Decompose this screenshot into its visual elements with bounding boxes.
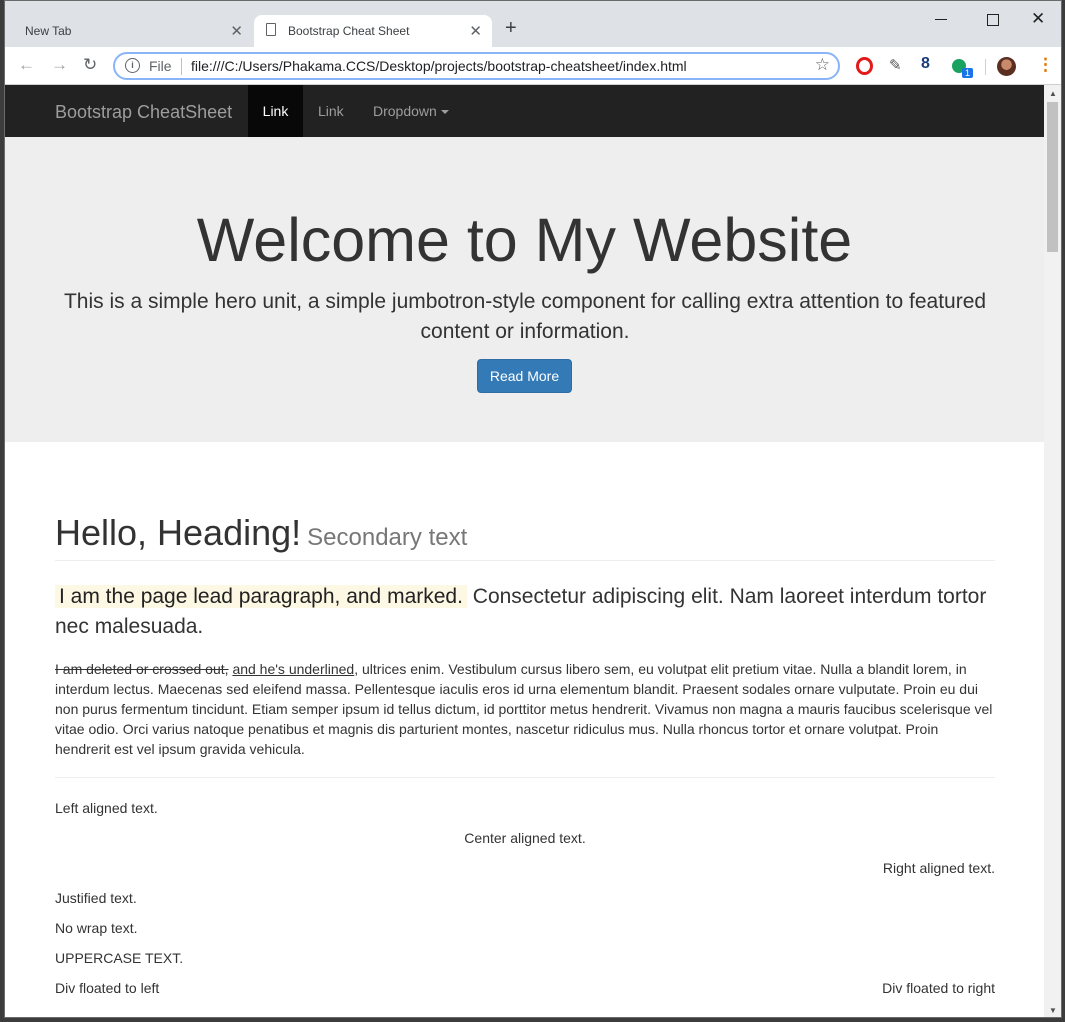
- tab-bootstrap-cheat-sheet[interactable]: Bootstrap Cheat Sheet ✕: [254, 15, 492, 47]
- forward-arrow-icon[interactable]: →: [51, 55, 68, 75]
- divider: [985, 59, 986, 75]
- page-viewport: Bootstrap CheatSheet Link Link Dropdown …: [5, 85, 1044, 1017]
- justified-text: Justified text.: [55, 890, 137, 906]
- nowrap-text: No wrap text.: [55, 920, 138, 936]
- right-aligned-text: Right aligned text.: [882, 860, 995, 876]
- new-tab-button[interactable]: +: [505, 17, 517, 40]
- divider: [55, 560, 995, 561]
- site-navbar: Bootstrap CheatSheet Link Link Dropdown: [5, 85, 1044, 137]
- toolbar: ← → ↻ i File file:///C:/Users/Phakama.CC…: [5, 47, 1061, 85]
- jumbotron-title: Welcome to My Website: [196, 206, 853, 274]
- eyedropper-extension-icon[interactable]: ✎: [889, 56, 907, 74]
- underlined-text: and he's underlined: [232, 661, 355, 677]
- maximize-icon[interactable]: [987, 14, 999, 26]
- read-more-button[interactable]: Read More: [477, 359, 572, 393]
- tab-bar: New Tab ✕ Bootstrap Cheat Sheet ✕ + ✕: [5, 1, 1061, 47]
- scheme-label: File: [149, 58, 172, 74]
- center-aligned-text: Center aligned text.: [464, 830, 586, 846]
- extension-badge: 1: [962, 68, 974, 78]
- body-paragraph: I am deleted or crossed out, and he's un…: [55, 659, 995, 759]
- close-tab-icon[interactable]: ✕: [230, 22, 243, 40]
- divider: [55, 777, 995, 778]
- address-bar[interactable]: i File file:///C:/Users/Phakama.CCS/Desk…: [113, 52, 840, 80]
- nav-link-active[interactable]: Link: [248, 85, 303, 137]
- dropdown-label: Dropdown: [373, 103, 437, 119]
- document-icon: [266, 23, 276, 36]
- nav-dropdown[interactable]: Dropdown: [373, 85, 449, 137]
- bookmark-star-icon[interactable]: ☆: [815, 55, 830, 75]
- divider: [181, 58, 182, 75]
- s-extension-icon[interactable]: 8: [921, 55, 939, 73]
- tab-title: Bootstrap Cheat Sheet: [288, 24, 410, 38]
- tab-new-tab[interactable]: New Tab ✕: [15, 15, 253, 47]
- float-right-div: Div floated to right: [882, 980, 995, 996]
- navbar-brand[interactable]: Bootstrap CheatSheet: [55, 102, 232, 123]
- lead-paragraph: I am the page lead paragraph, and marked…: [55, 582, 995, 642]
- scroll-up-arrow-icon[interactable]: ▲: [1049, 89, 1057, 98]
- jumbotron-lead: This is a simple hero unit, a simple jum…: [63, 290, 987, 343]
- scrollbar-thumb[interactable]: [1047, 102, 1058, 252]
- opera-extension-icon[interactable]: [856, 57, 873, 75]
- nav-link[interactable]: Link: [318, 85, 344, 137]
- left-aligned-text: Left aligned text.: [55, 800, 158, 816]
- heading-text: Hello, Heading!: [55, 512, 302, 553]
- heading-secondary: Secondary text: [307, 524, 468, 551]
- scroll-down-arrow-icon[interactable]: ▼: [1049, 1006, 1057, 1015]
- url-text[interactable]: file:///C:/Users/Phakama.CCS/Desktop/pro…: [191, 58, 687, 74]
- reload-icon[interactable]: ↻: [83, 55, 97, 75]
- marked-text: I am the page lead paragraph, and marked…: [55, 585, 467, 608]
- back-arrow-icon[interactable]: ←: [18, 55, 35, 75]
- menu-kebab-icon[interactable]: ⋮: [1037, 55, 1054, 75]
- info-icon[interactable]: i: [125, 58, 140, 73]
- jumbotron: Welcome to My Website This is a simple h…: [5, 137, 1044, 442]
- close-window-icon[interactable]: ✕: [1031, 9, 1045, 29]
- browser-window: New Tab ✕ Bootstrap Cheat Sheet ✕ + ✕ ← …: [4, 0, 1062, 1018]
- profile-avatar[interactable]: [997, 57, 1016, 76]
- minimize-icon[interactable]: [935, 19, 947, 20]
- float-row: Div floated to left Div floated to right: [55, 980, 995, 996]
- uppercase-text: UPPERCASE TEXT.: [55, 950, 184, 966]
- float-left-div: Div floated to left: [55, 980, 160, 996]
- vertical-scrollbar[interactable]: ▲ ▼: [1044, 85, 1061, 1017]
- page-heading: Hello, Heading! Secondary text: [55, 512, 467, 554]
- deleted-text: I am deleted or crossed out,: [55, 661, 229, 677]
- close-tab-icon[interactable]: ✕: [469, 22, 482, 40]
- tab-title: New Tab: [25, 24, 72, 38]
- caret-down-icon: [440, 110, 449, 115]
